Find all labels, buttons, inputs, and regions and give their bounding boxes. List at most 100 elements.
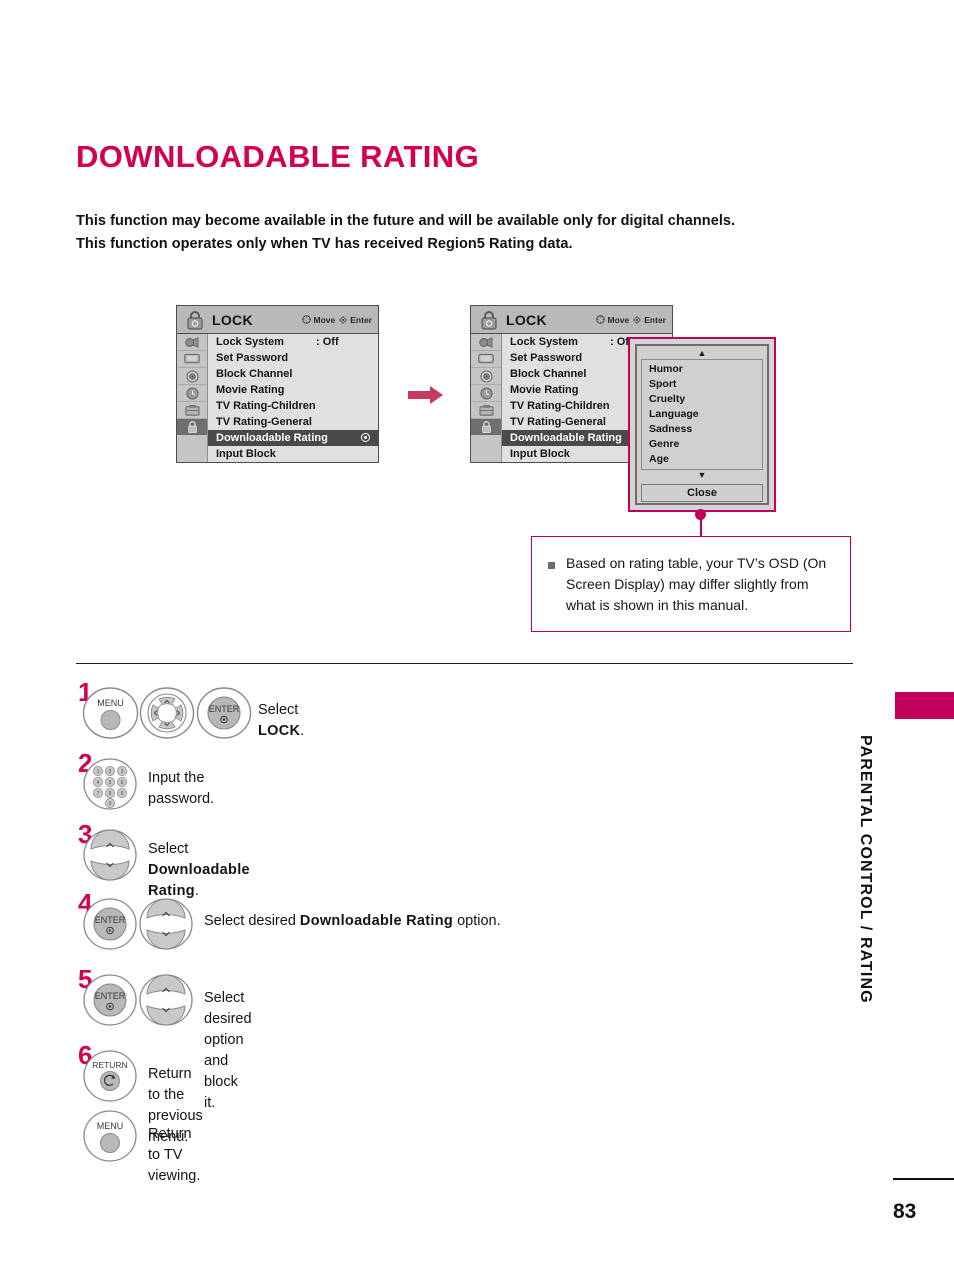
- osd-item-label: Lock System: [510, 336, 578, 348]
- rating-option-age[interactable]: Age: [642, 452, 762, 467]
- svg-text:ENTER: ENTER: [209, 704, 240, 714]
- step-text-suffix: .: [194, 883, 199, 899]
- close-button[interactable]: Close: [641, 484, 763, 502]
- svg-text:6: 6: [121, 780, 124, 786]
- rating-option-genre[interactable]: Genre: [642, 437, 762, 452]
- enter-button[interactable]: ENTER: [83, 974, 137, 1031]
- osd-item-lock-system[interactable]: Lock System : Off: [208, 334, 378, 350]
- dpad-icon: [595, 315, 605, 324]
- enter-dot-icon: [633, 315, 642, 324]
- osd-item-label: Input Block: [510, 448, 570, 460]
- dpad-button[interactable]: [139, 687, 195, 744]
- osd-header: LOCK Move Enter: [471, 306, 672, 334]
- svg-text:9: 9: [121, 791, 124, 797]
- lock-icon: [182, 309, 208, 331]
- osd-item-movie-rating[interactable]: Movie Rating: [208, 382, 378, 398]
- page-title: DOWNLOADABLE RATING: [76, 139, 480, 174]
- updown-button[interactable]: [139, 898, 193, 955]
- osd-item-set-password[interactable]: Set Password: [208, 350, 378, 366]
- updown-button[interactable]: [139, 974, 193, 1031]
- menu-button[interactable]: MENU: [83, 1110, 137, 1167]
- lock-icon: [476, 309, 502, 331]
- osd-item-label: Input Block: [216, 448, 276, 460]
- step-5-text: Select desired option and block it.: [204, 990, 252, 1111]
- osd-item-input-block[interactable]: Input Block: [208, 446, 378, 462]
- number-keypad-button[interactable]: 1 2 3 4 5 6 7 8 9 0: [83, 758, 137, 815]
- rating-option-sport[interactable]: Sport: [642, 377, 762, 392]
- step-text-suffix: .: [300, 723, 305, 739]
- rating-option-list: Humor Sport Cruelty Language Sadness Gen…: [641, 359, 763, 470]
- scroll-down-icon[interactable]: ▼: [641, 471, 763, 480]
- osd-body: Lock System : Off Set Password Block Cha…: [177, 334, 378, 462]
- screen-icon[interactable]: [471, 351, 501, 368]
- svg-text:5: 5: [109, 780, 112, 786]
- osd-hints: Move Enter: [301, 306, 372, 333]
- osd-hint-move: Move: [301, 315, 335, 325]
- menu-button[interactable]: MENU: [82, 687, 139, 744]
- scroll-up-icon[interactable]: ▲: [641, 349, 763, 358]
- svg-text:ENTER: ENTER: [95, 991, 126, 1001]
- osd-item-label: Lock System: [216, 336, 284, 348]
- step-text-suffix: option.: [453, 913, 501, 929]
- osd-item-label: Set Password: [510, 352, 583, 364]
- lock-icon[interactable]: [471, 419, 501, 435]
- enter-button[interactable]: ENTER: [83, 898, 137, 955]
- osd-item-label: Downloadable Rating: [216, 432, 328, 444]
- picture-icon[interactable]: [177, 334, 207, 351]
- enter-button[interactable]: ENTER: [196, 687, 252, 744]
- audio-icon[interactable]: [471, 368, 501, 385]
- osd-item-label: Downloadable Rating: [510, 432, 622, 444]
- option-icon[interactable]: [177, 402, 207, 419]
- popup-inner-frame: ▲ Humor Sport Cruelty Language Sadness G…: [635, 344, 769, 505]
- osd-title: LOCK: [212, 311, 253, 328]
- flow-arrow-icon: [408, 385, 444, 405]
- osd-hint-move: Move: [595, 314, 630, 325]
- page-number: 83: [893, 1200, 917, 1223]
- note-callout-box: Based on rating table, your TV’s OSD (On…: [531, 536, 851, 632]
- selected-radio-icon: [361, 433, 370, 442]
- svg-text:MENU: MENU: [97, 1121, 124, 1131]
- osd-hint-enter-label: Enter: [350, 314, 372, 325]
- osd-item-block-channel[interactable]: Block Channel: [208, 366, 378, 382]
- svg-text:3: 3: [121, 769, 124, 775]
- osd-item-label: Block Channel: [216, 368, 293, 380]
- picture-icon[interactable]: [471, 334, 501, 351]
- osd-item-label: Block Channel: [510, 368, 587, 380]
- svg-text:RETURN: RETURN: [92, 1060, 127, 1070]
- rating-option-cruelty[interactable]: Cruelty: [642, 392, 762, 407]
- audio-icon[interactable]: [177, 368, 207, 385]
- osd-menu-before: LOCK Move Enter Lock System: Off Set Pa…: [176, 305, 379, 463]
- screen-icon[interactable]: [177, 351, 207, 368]
- time-icon[interactable]: [177, 385, 207, 402]
- updown-button[interactable]: [83, 829, 137, 886]
- rating-option-humor[interactable]: Humor: [642, 362, 762, 377]
- osd-item-label: TV Rating-General: [510, 416, 606, 428]
- step-text-emphasis: LOCK: [258, 723, 301, 739]
- osd-icon-column: [177, 334, 208, 462]
- osd-icon-column: [471, 334, 502, 462]
- intro-paragraph-line-1: This function may become available in th…: [76, 213, 736, 229]
- time-icon[interactable]: [471, 385, 501, 402]
- return-button[interactable]: RETURN: [83, 1050, 137, 1107]
- osd-item-downloadable-rating[interactable]: Downloadable Rating: [208, 430, 378, 446]
- svg-text:8: 8: [109, 791, 112, 797]
- osd-item-tv-rating-children[interactable]: TV Rating-Children: [208, 398, 378, 414]
- option-icon[interactable]: [471, 402, 501, 419]
- osd-item-label: Movie Rating: [216, 384, 285, 396]
- rating-option-language[interactable]: Language: [642, 407, 762, 422]
- osd-hint-enter: Enter: [633, 315, 666, 325]
- sidebar-section-label: PARENTAL CONTROL / RATING: [857, 735, 874, 1004]
- svg-text:ENTER: ENTER: [95, 915, 126, 925]
- section-divider: [76, 663, 853, 665]
- osd-hint-move-label: Move: [607, 314, 630, 325]
- osd-item-label: TV Rating-General: [216, 416, 312, 428]
- osd-hint-enter: Enter: [339, 315, 372, 325]
- rating-option-sadness[interactable]: Sadness: [642, 422, 762, 437]
- osd-item-tv-rating-general[interactable]: TV Rating-General: [208, 414, 378, 430]
- downloadable-rating-popup: ▲ Humor Sport Cruelty Language Sadness G…: [628, 337, 776, 512]
- step-2-text: Input the password.: [148, 770, 215, 807]
- lock-icon[interactable]: [177, 419, 207, 435]
- step-4-text: Select desired Downloadable Rating optio…: [204, 911, 504, 932]
- step-text-prefix: Select: [148, 841, 189, 857]
- svg-text:2: 2: [109, 769, 112, 775]
